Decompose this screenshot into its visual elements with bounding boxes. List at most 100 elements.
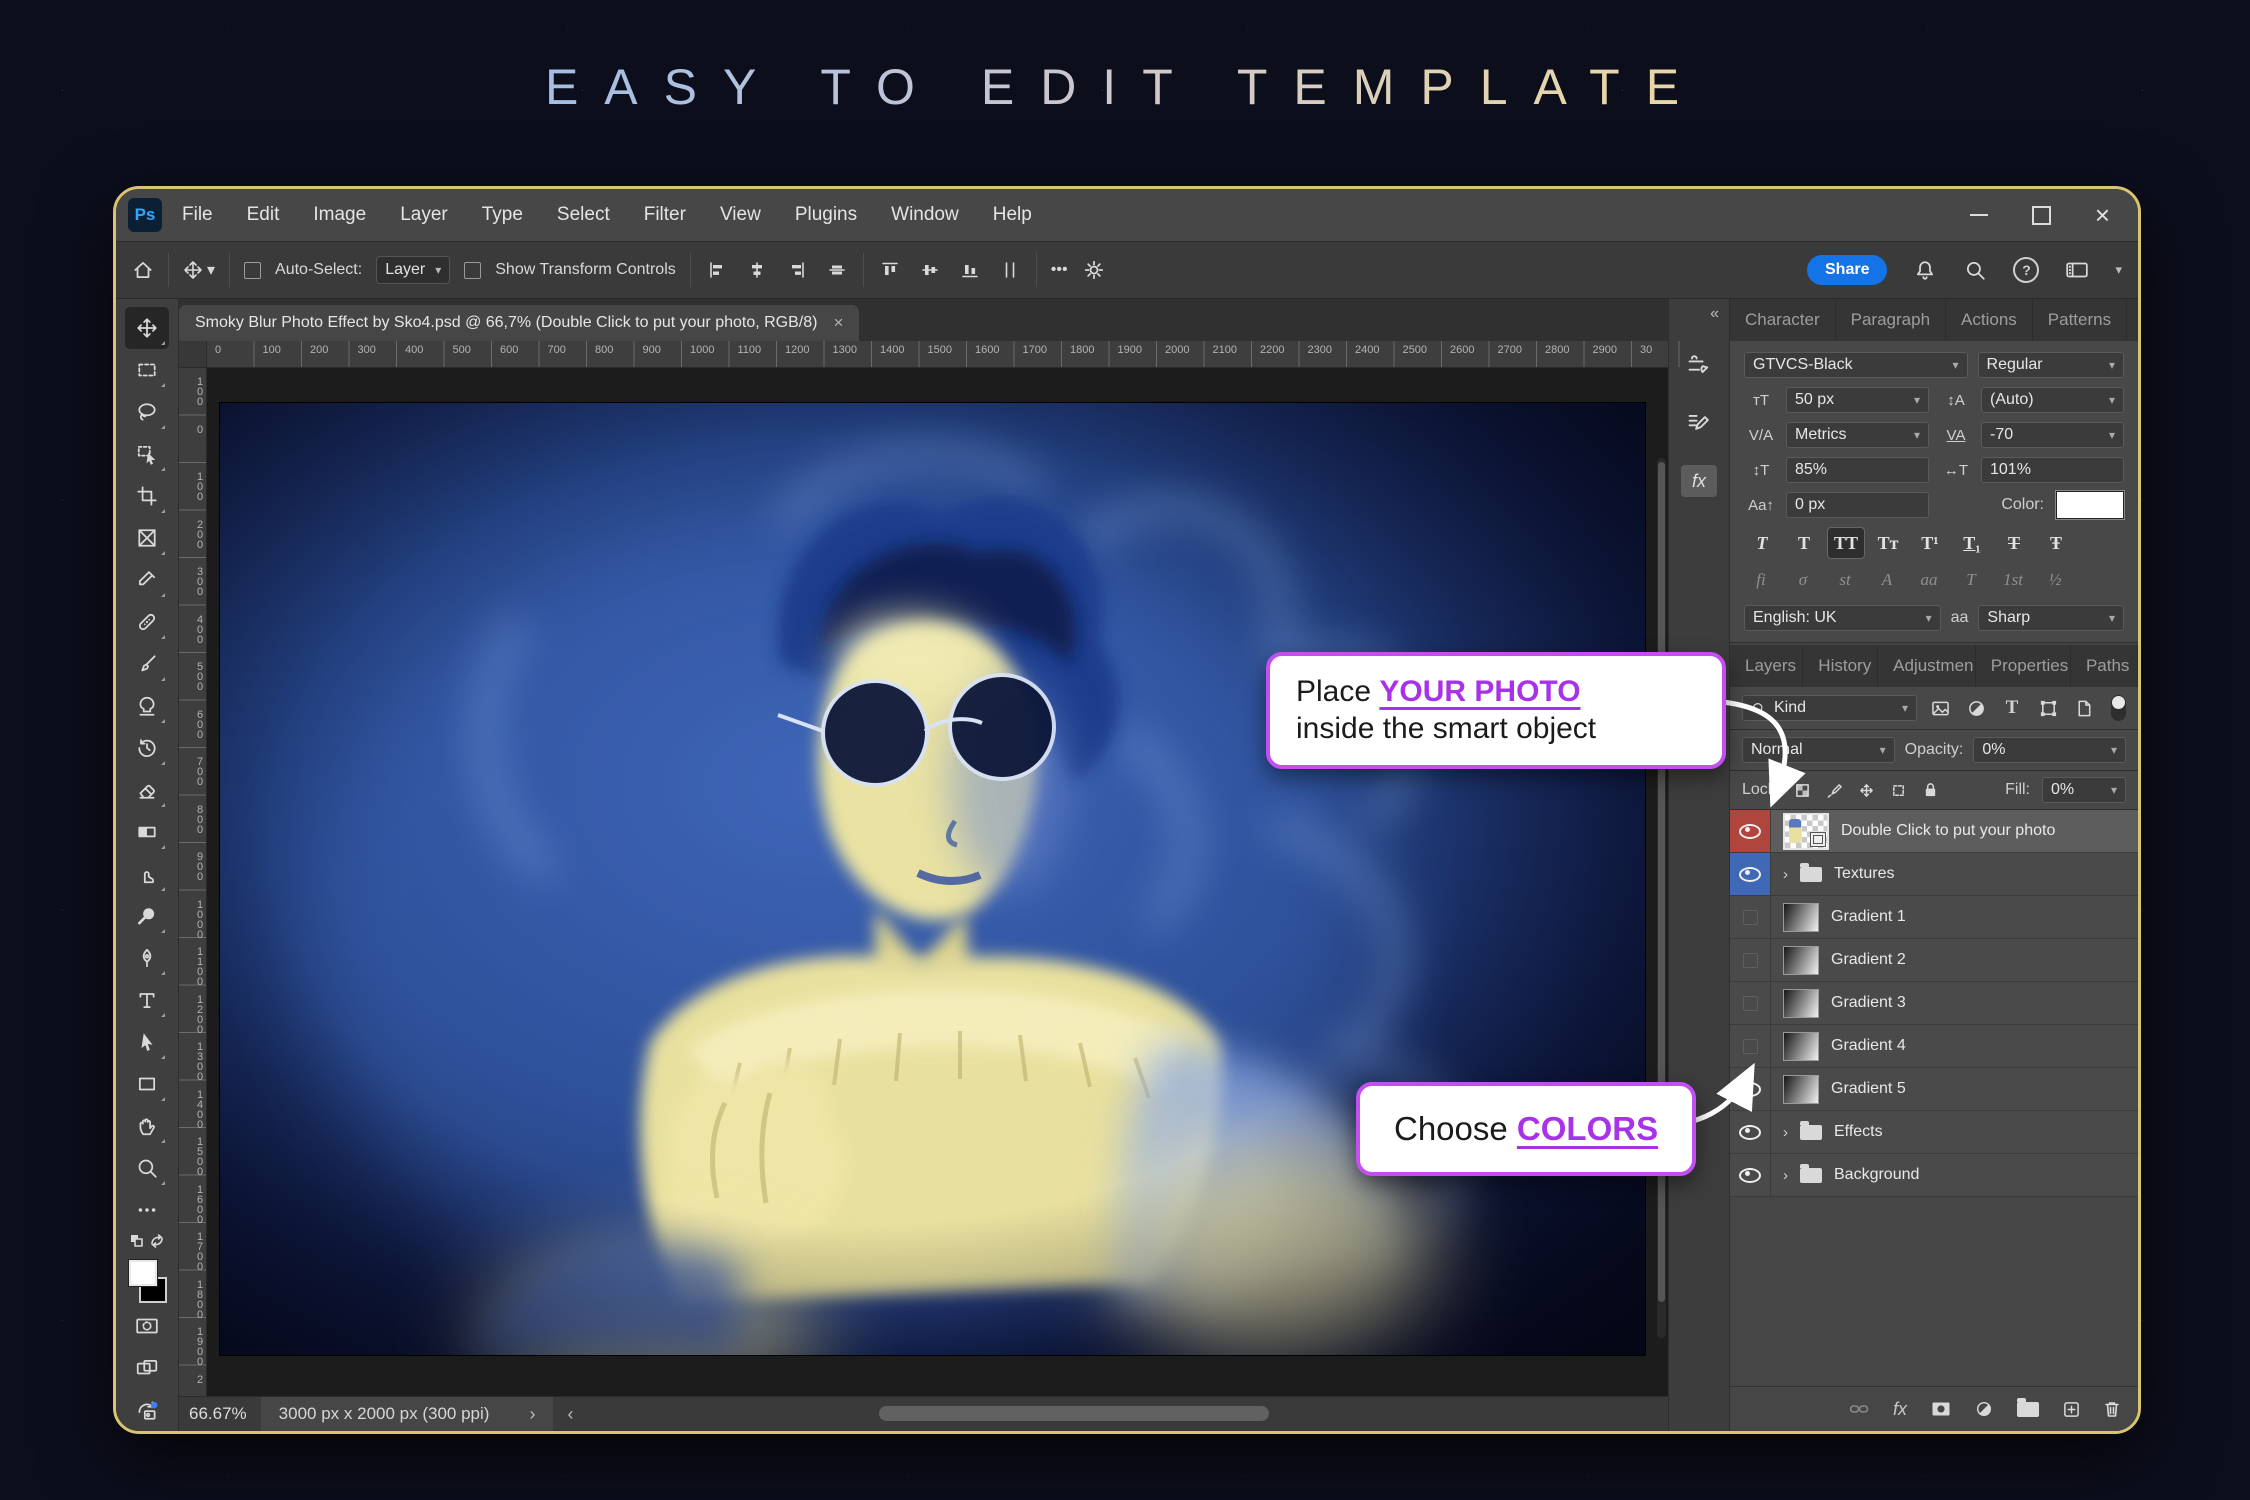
layer-visibility-toggle[interactable] [1730, 1068, 1771, 1110]
text-color-swatch[interactable] [2056, 491, 2124, 519]
clone-stamp-tool[interactable] [125, 685, 169, 727]
baseline-shift-field[interactable]: 0 px [1786, 492, 1929, 518]
panel-tab[interactable]: Adjustmen [1878, 645, 1976, 687]
quick-mask-icon[interactable] [125, 1305, 169, 1347]
path-selection-tool[interactable] [125, 1021, 169, 1063]
tab-close-icon[interactable]: × [833, 313, 843, 333]
panel-tab[interactable]: Properties [1976, 645, 2071, 687]
vertical-scrollbar-thumb[interactable] [1658, 462, 1665, 1302]
filter-adjustment-layers-icon[interactable] [1963, 696, 1989, 720]
menu-item[interactable]: Help [993, 204, 1032, 226]
swap-colors-icon[interactable] [149, 1233, 165, 1254]
capture-share-icon[interactable] [125, 1389, 169, 1431]
format-button[interactable]: T [1786, 528, 1822, 558]
zoom-tool[interactable] [125, 1147, 169, 1189]
help-icon[interactable]: ? [2013, 257, 2039, 283]
styles-fx-panel-icon[interactable]: fx [1681, 465, 1717, 497]
menu-item[interactable]: Select [557, 204, 610, 226]
lock-artboard-icon[interactable] [1888, 780, 1908, 800]
anti-alias-dropdown[interactable]: Sharp▾ [1978, 605, 2124, 631]
gradient-thumbnail[interactable] [1783, 1075, 1819, 1104]
filter-toggle-switch[interactable] [2111, 695, 2126, 721]
move-tool[interactable] [125, 307, 169, 349]
language-dropdown[interactable]: English: UK▾ [1744, 605, 1941, 631]
layer-row[interactable]: › Textures [1730, 853, 2138, 896]
show-transform-checkbox[interactable] [464, 262, 481, 279]
smudge-tool[interactable] [125, 853, 169, 895]
document-canvas-image[interactable] [220, 403, 1645, 1355]
frame-tool[interactable] [125, 517, 169, 559]
format-button[interactable]: Ŧ [2038, 528, 2074, 558]
format-button[interactable]: T¹ [1912, 528, 1948, 558]
panel-tab[interactable]: Patterns [2033, 299, 2127, 341]
screen-mode-icon[interactable] [125, 1347, 169, 1389]
menu-item[interactable]: Image [313, 204, 366, 226]
auto-select-checkbox[interactable] [244, 262, 261, 279]
opacity-dropdown[interactable]: 0%▾ [1973, 737, 2126, 763]
menu-item[interactable]: Edit [247, 204, 280, 226]
horizontal-scrollbar-thumb[interactable] [879, 1406, 1269, 1421]
share-button[interactable]: Share [1807, 255, 1887, 285]
move-tool-preset-icon[interactable]: ▾ [183, 260, 215, 280]
lock-transparency-icon[interactable] [1792, 780, 1812, 800]
gradient-thumbnail[interactable] [1783, 1032, 1819, 1061]
group-chevron-icon[interactable]: › [1783, 1167, 1788, 1184]
vertical-scrollbar[interactable] [1657, 458, 1666, 1338]
layer-row[interactable]: › Effects [1730, 1111, 2138, 1154]
canvas-pasteboard[interactable] [207, 368, 1668, 1396]
layer-visibility-toggle[interactable] [1730, 1154, 1771, 1196]
filter-smart-objects-icon[interactable] [2071, 696, 2097, 720]
panel-tab[interactable]: Layers [1730, 645, 1803, 687]
layer-row[interactable]: › Gradient 5 [1730, 1068, 2138, 1111]
layer-row[interactable]: › Background [1730, 1154, 2138, 1197]
lock-all-icon[interactable] [1920, 780, 1940, 800]
home-icon[interactable] [132, 259, 154, 281]
edit-toolbar-icon[interactable] [125, 1189, 169, 1231]
status-prev-icon[interactable]: ‹ [553, 1404, 587, 1425]
opentype-button[interactable]: A [1870, 567, 1904, 593]
layer-visibility-toggle[interactable] [1730, 939, 1771, 981]
panel-tab[interactable]: Paragraph [1836, 299, 1946, 341]
opentype-button[interactable]: σ [1786, 567, 1820, 593]
menu-item[interactable]: Type [482, 204, 523, 226]
layer-visibility-toggle[interactable] [1730, 853, 1771, 895]
layer-visibility-toggle[interactable] [1730, 1111, 1771, 1153]
lock-position-icon[interactable] [1856, 780, 1876, 800]
layer-visibility-toggle[interactable] [1730, 896, 1771, 938]
foreground-color-swatch[interactable] [129, 1260, 157, 1286]
maximize-icon[interactable] [2032, 206, 2051, 225]
panel-tab[interactable]: History [1803, 645, 1878, 687]
blend-mode-dropdown[interactable]: Normal▾ [1742, 737, 1895, 763]
document-tab[interactable]: Smoky Blur Photo Effect by Sko4.psd @ 66… [179, 305, 859, 341]
panel-tab[interactable]: Paths [2071, 645, 2138, 687]
tracking-dropdown[interactable]: -70▾ [1981, 422, 2124, 448]
distribute-middle-icon[interactable] [918, 258, 942, 282]
eyedropper-tool[interactable] [125, 559, 169, 601]
opentype-button[interactable]: fi [1744, 567, 1778, 593]
chevron-down-icon[interactable]: ▾ [2115, 262, 2122, 278]
new-adjustment-layer-icon[interactable] [1975, 1400, 1993, 1418]
vertical-scale-field[interactable]: 85% [1786, 457, 1929, 483]
filter-type-layers-icon[interactable]: T [1999, 696, 2025, 720]
font-family-dropdown[interactable]: GTVCS-Black▾ [1744, 352, 1968, 378]
opentype-button[interactable]: 1st [1996, 567, 2030, 593]
crop-tool[interactable] [125, 475, 169, 517]
align-left-icon[interactable] [705, 258, 729, 282]
layer-visibility-toggle[interactable] [1730, 810, 1771, 852]
gradient-tool[interactable] [125, 811, 169, 853]
format-button[interactable]: T [1996, 528, 2032, 558]
fill-dropdown[interactable]: 0%▾ [2042, 777, 2126, 803]
layer-row[interactable]: › Gradient 1 [1730, 896, 2138, 939]
link-layers-icon[interactable] [1849, 1402, 1869, 1416]
menu-item[interactable]: Plugins [795, 204, 857, 226]
gear-icon[interactable] [1082, 258, 1106, 282]
menu-item[interactable]: Layer [400, 204, 448, 226]
gradient-thumbnail[interactable] [1783, 946, 1819, 975]
new-group-icon[interactable] [2017, 1402, 2039, 1417]
brush-settings-panel-icon[interactable] [1681, 407, 1717, 439]
align-right-icon[interactable] [785, 258, 809, 282]
opentype-button[interactable]: T [1954, 567, 1988, 593]
distribute-top-icon[interactable] [878, 258, 902, 282]
panel-tab[interactable]: Character [1730, 299, 1836, 341]
layer-row[interactable]: › Gradient 2 [1730, 939, 2138, 982]
